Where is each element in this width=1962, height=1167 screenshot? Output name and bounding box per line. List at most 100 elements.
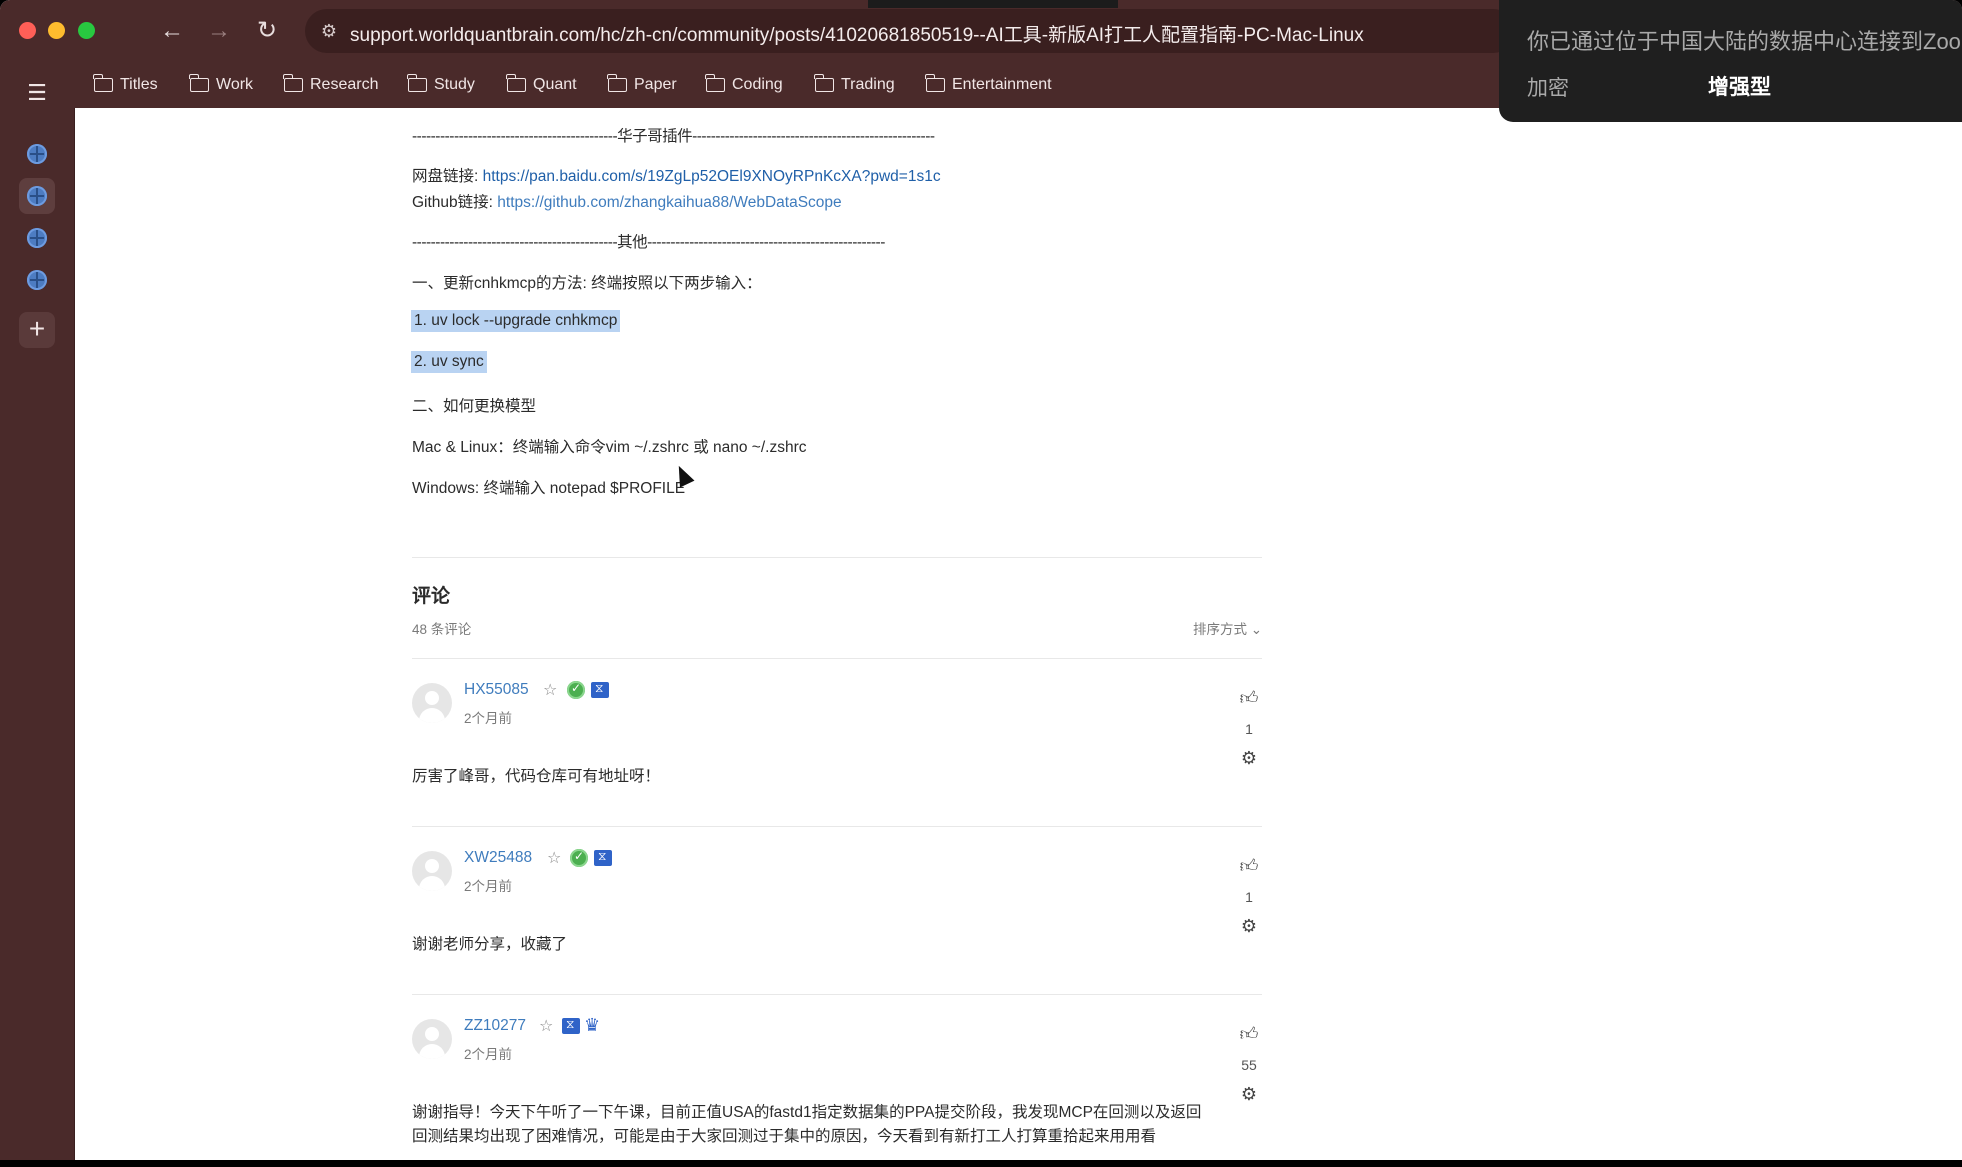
comment-author[interactable]: ZZ10277: [464, 1017, 526, 1035]
bookmark-titles[interactable]: Titles: [92, 71, 158, 99]
gear-icon[interactable]: ⚙: [1232, 1083, 1266, 1105]
url-text[interactable]: support.worldquantbrain.com/hc/zh-cn/com…: [350, 20, 1364, 47]
zoom-connection-popup: 你已通过位于中国大陆的数据中心连接到Zoom 加密 增强型: [1499, 0, 1962, 122]
star-icon: ☆: [543, 682, 558, 699]
forward-arrow-icon[interactable]: →: [204, 16, 234, 46]
side-app-4[interactable]: [19, 262, 55, 298]
folder-icon: [814, 74, 834, 92]
thumbs-up-icon[interactable]: 👍︎: [1232, 855, 1266, 877]
add-icon[interactable]: +: [19, 312, 55, 348]
step-1-text: 1. uv lock --upgrade cnhkmcp: [411, 310, 621, 332]
folder-icon: [407, 74, 427, 92]
divider: [412, 557, 1262, 558]
gear-icon[interactable]: ⚙: [1232, 915, 1266, 937]
folder-icon: [283, 74, 303, 92]
vote-controls: 👍︎ 55 ⚙: [1232, 1023, 1266, 1105]
star-icon: ☆: [547, 850, 562, 867]
verified-badge-icon: [570, 849, 588, 867]
sidebar-toggle-icon[interactable]: ☰: [22, 78, 52, 108]
divider-other: ----------------------------------------…: [412, 234, 885, 251]
github-link[interactable]: https://github.com/zhangkaihua88/WebData…: [497, 194, 841, 211]
comments-title: 评论: [412, 586, 451, 607]
avatar[interactable]: [412, 683, 452, 723]
minimize-window-button[interactable]: [48, 22, 65, 39]
maximize-window-button[interactable]: [78, 22, 95, 39]
brain-icon: [27, 228, 47, 248]
rank-badge-icon: [562, 1017, 580, 1034]
comment-time: 2个月前: [464, 879, 513, 894]
bookmark-entertainment[interactable]: Entertainment: [924, 71, 1052, 99]
step-1: 1. uv lock --upgrade cnhkmcp: [411, 310, 621, 332]
close-window-button[interactable]: [19, 22, 36, 39]
comment-author[interactable]: XW25488: [464, 849, 532, 867]
side-app-2[interactable]: [19, 178, 55, 214]
gear-icon[interactable]: ⚙: [1232, 747, 1266, 769]
bookmark-trading[interactable]: Trading: [813, 71, 895, 99]
folder-icon: [506, 74, 526, 92]
comment-item: ZZ10277 ☆ ♛ 2个月前 谢谢指导！今天下午听了一下午课，目前正值USA…: [412, 995, 1262, 1160]
divider-plugin: ----------------------------------------…: [412, 128, 935, 145]
encryption-value: 增强型: [1708, 76, 1771, 99]
comments-count: 48 条评论: [412, 622, 472, 637]
github-link-label: Github链接:: [412, 194, 498, 211]
folder-icon: [607, 74, 627, 92]
brain-icon: [27, 270, 47, 290]
windows-instructions: Windows: 终端输入 notepad $PROFILE: [412, 480, 686, 497]
comment-text: 厉害了峰哥，代码仓库可有地址呀！: [412, 768, 661, 785]
comment-author[interactable]: HX55085: [464, 681, 529, 699]
folder-icon: [189, 74, 209, 92]
section-model-heading: 二、如何更换模型: [412, 398, 537, 415]
comment-text: 谢谢老师分享，收藏了: [412, 936, 568, 953]
vote-count: 1: [1245, 889, 1253, 905]
brain-icon: [27, 144, 47, 164]
rank-badge-icon: [594, 849, 612, 866]
folder-icon: [705, 74, 725, 92]
comment-item: XW25488 ☆ 2个月前 谢谢老师分享，收藏了 👍︎ 1 ⚙: [412, 827, 1262, 997]
pan-link-label: 网盘链接:: [412, 168, 483, 185]
star-icon: ☆: [539, 1018, 554, 1035]
side-app-1[interactable]: [19, 136, 55, 172]
pan-link[interactable]: https://pan.baidu.com/s/19ZgLp52OEl9XNOy…: [483, 168, 941, 185]
site-info-icon[interactable]: ⚙: [317, 19, 341, 43]
thumbs-up-icon[interactable]: 👍︎: [1232, 687, 1266, 709]
vote-controls: 👍︎ 1 ⚙: [1232, 687, 1266, 769]
side-app-3[interactable]: [19, 220, 55, 256]
mac-instructions: Mac & Linux：终端输入命令vim ~/.zshrc 或 nano ~/…: [412, 439, 807, 456]
comment-time: 2个月前: [464, 1047, 513, 1062]
comment-time: 2个月前: [464, 711, 513, 726]
page-content: ----------------------------------------…: [74, 108, 1962, 1160]
vote-count: 55: [1241, 1057, 1257, 1073]
step-2: 2. uv sync: [411, 351, 487, 373]
folder-icon: [93, 74, 113, 92]
address-bar[interactable]: ⚙ support.worldquantbrain.com/hc/zh-cn/c…: [305, 9, 1515, 53]
browser-window: ← → ↻ ⚙ support.worldquantbrain.com/hc/z…: [0, 0, 1962, 1160]
brain-icon: [27, 186, 47, 206]
pan-link-line: 网盘链接: https://pan.baidu.com/s/19ZgLp52OE…: [412, 164, 941, 186]
encryption-label: 加密: [1527, 77, 1569, 100]
vote-count: 1: [1245, 721, 1253, 737]
bookmark-study[interactable]: Study: [406, 71, 475, 99]
bookmark-work[interactable]: Work: [188, 71, 253, 99]
comment-item: HX55085 ☆ 2个月前 厉害了峰哥，代码仓库可有地址呀！ 👍︎ 1 ⚙: [412, 659, 1262, 829]
back-arrow-icon[interactable]: ←: [157, 16, 187, 46]
reload-icon[interactable]: ↻: [252, 16, 282, 46]
thumbs-up-icon[interactable]: 👍︎: [1232, 1023, 1266, 1045]
step-2-text: 2. uv sync: [411, 351, 487, 373]
bottom-edge: [0, 1160, 1962, 1167]
avatar[interactable]: [412, 851, 452, 891]
comment-text: 谢谢指导！今天下午听了一下午课，目前正值USA的fastd1指定数据集的PPA提…: [412, 1104, 1202, 1145]
sort-dropdown[interactable]: 排序方式 ⌄: [1193, 618, 1262, 638]
bookmark-coding[interactable]: Coding: [704, 71, 783, 99]
vote-controls: 👍︎ 1 ⚙: [1232, 855, 1266, 937]
crown-badge-icon: ♛: [584, 1015, 601, 1035]
bookmark-quant[interactable]: Quant: [505, 71, 577, 99]
verified-badge-icon: [567, 681, 585, 699]
rank-badge-icon: [591, 681, 609, 698]
section-update-heading: 一、更新cnhkmcp的方法: 终端按照以下两步输入：: [412, 275, 762, 292]
github-link-line: Github链接: https://github.com/zhangkaihua…: [412, 190, 842, 212]
connection-message: 你已通过位于中国大陆的数据中心连接到Zoom: [1527, 29, 1962, 54]
bookmark-research[interactable]: Research: [282, 71, 378, 99]
folder-icon: [925, 74, 945, 92]
bookmark-paper[interactable]: Paper: [606, 71, 677, 99]
avatar[interactable]: [412, 1019, 452, 1059]
